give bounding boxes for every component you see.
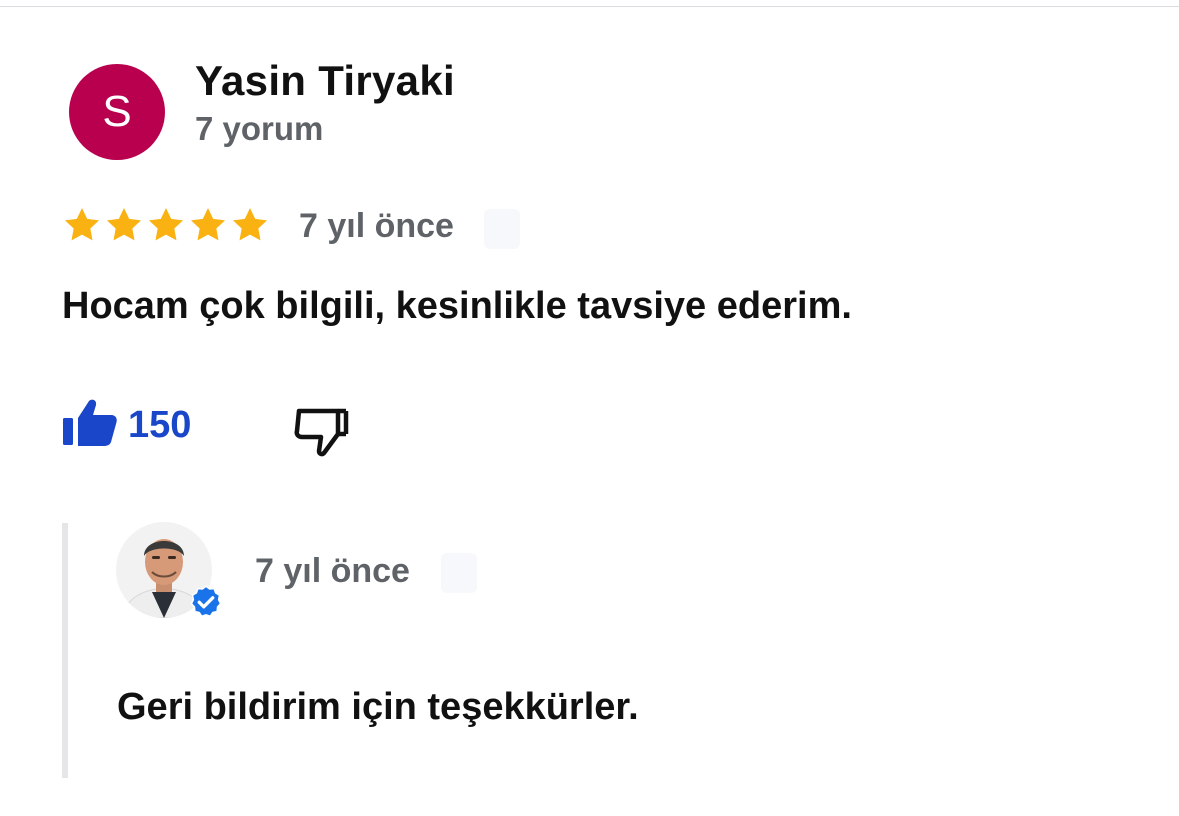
reply-text: Geri bildirim için teşekkürler.: [117, 686, 639, 728]
star-icon: [230, 205, 270, 247]
reply-thread-bar: [62, 523, 68, 778]
review-text: Hocam çok bilgili, kesinlikle tavsiye ed…: [62, 285, 852, 327]
star-icon: [146, 205, 186, 247]
dislike-button[interactable]: [294, 404, 350, 463]
star-icon: [104, 205, 144, 247]
star-icon: [188, 205, 228, 247]
review-time-badge: [484, 209, 520, 249]
thumbs-up-icon: [62, 398, 118, 453]
verified-badge-icon: [188, 584, 224, 625]
rating-stars: [62, 205, 270, 247]
review-time: 7 yıl önce: [299, 207, 454, 245]
like-button[interactable]: 150: [62, 398, 191, 453]
author-avatar[interactable]: S: [69, 64, 165, 160]
reply-time: 7 yıl önce: [255, 552, 410, 590]
like-count: 150: [128, 404, 192, 446]
top-divider: [0, 6, 1179, 7]
review-card: S Yasin Tiryaki 7 yorum 7 yıl önce Hocam…: [0, 0, 1179, 816]
author-name[interactable]: Yasin Tiryaki: [195, 57, 455, 105]
thumbs-down-icon: [294, 408, 350, 462]
author-review-count: 7 yorum: [195, 110, 324, 147]
star-icon: [62, 205, 102, 247]
reply-time-badge: [441, 553, 477, 593]
